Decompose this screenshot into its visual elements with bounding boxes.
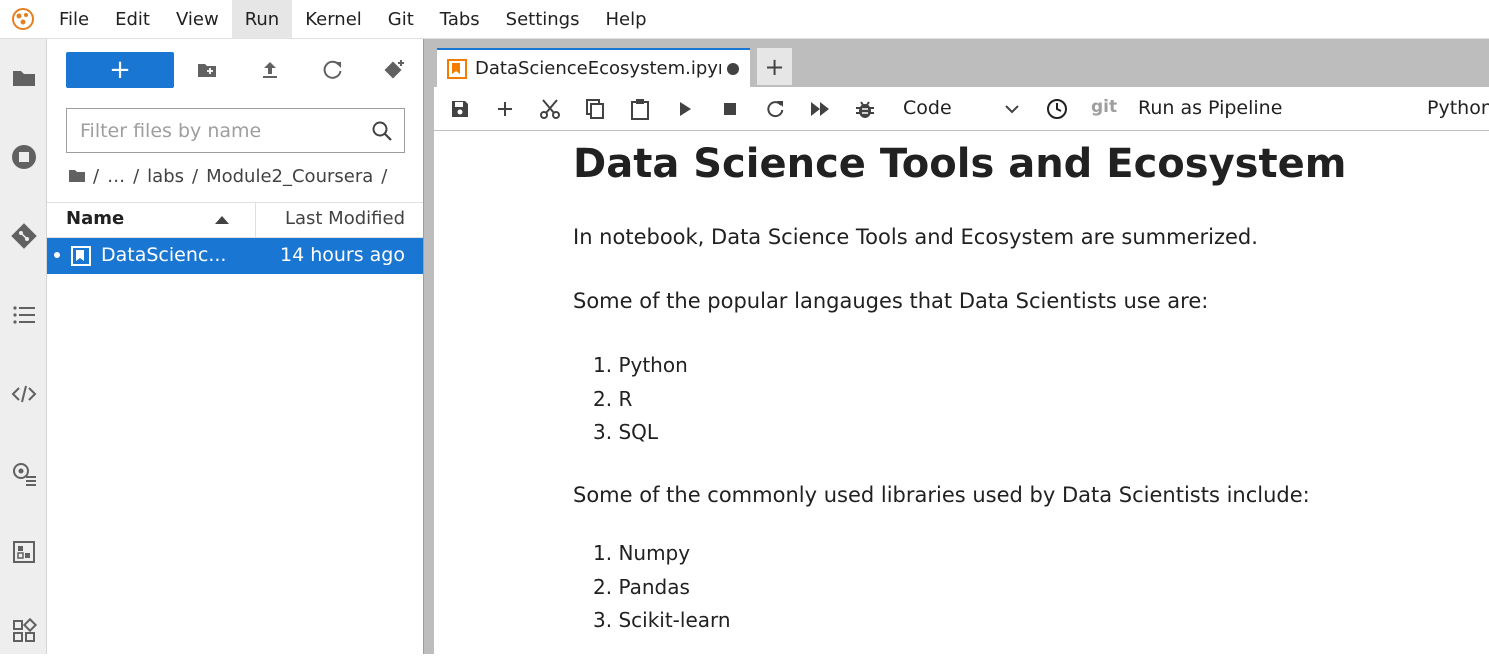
restart-run-all-icon[interactable]	[808, 97, 832, 121]
filter-files-input[interactable]	[67, 109, 357, 152]
notebook-content[interactable]: Data Science Tools and Ecosystem In note…	[434, 131, 1489, 654]
column-header-name[interactable]: Name	[66, 208, 124, 229]
new-folder-icon[interactable]	[194, 57, 220, 83]
file-browser-panel: + / … / labs / Module2_Coursera / Name L…	[47, 39, 423, 654]
document-tab-bar: DataScienceEcosystem.ipynb +	[434, 39, 1489, 87]
refresh-icon[interactable]	[320, 57, 346, 83]
file-list-item[interactable]: DataScienc... 14 hours ago	[47, 238, 423, 274]
list-item: 2. Pandas	[593, 574, 690, 599]
list-item: 2. R	[593, 386, 633, 411]
menu-kernel[interactable]: Kernel	[292, 0, 375, 38]
elyra-pipeline-icon[interactable]	[0, 513, 47, 591]
breadcrumb-module2[interactable]: Module2_Coursera	[206, 166, 373, 187]
notebook-title: Data Science Tools and Ecosystem	[573, 141, 1347, 187]
kernel-name[interactable]: Python 3	[1427, 97, 1489, 119]
notebook-toolbar: Code git Run as Pipeline Python 3	[434, 87, 1489, 131]
menu-settings[interactable]: Settings	[493, 0, 593, 38]
breadcrumb-labs[interactable]: labs	[147, 166, 184, 187]
property-inspector-icon[interactable]	[0, 434, 47, 512]
menu-help[interactable]: Help	[592, 0, 659, 38]
running-icon[interactable]	[0, 118, 47, 196]
tab-notebook[interactable]: DataScienceEcosystem.ipynb	[437, 48, 750, 87]
git-diff-button[interactable]: git	[1091, 97, 1117, 117]
breadcrumb-separator: /	[192, 165, 199, 187]
file-list-header: Name Last Modified	[47, 202, 423, 239]
search-icon	[372, 121, 392, 141]
jupyter-logo-icon	[0, 0, 46, 38]
file-browser-toolbar: +	[47, 39, 423, 101]
menu-edit[interactable]: Edit	[102, 0, 163, 38]
list-item: 1. Python	[593, 353, 688, 377]
column-divider[interactable]	[255, 203, 256, 239]
breadcrumb: / … / labs / Module2_Coursera /	[69, 163, 395, 189]
notebook-file-icon	[71, 246, 91, 266]
column-header-last-modified[interactable]: Last Modified	[285, 208, 405, 229]
list-item: 3. SQL	[593, 420, 659, 444]
file-last-modified: 14 hours ago	[279, 244, 405, 266]
filter-files-field[interactable]	[66, 108, 405, 153]
menu-run[interactable]: Run	[231, 0, 293, 38]
sort-ascending-icon[interactable]	[215, 216, 229, 224]
save-icon[interactable]	[448, 97, 472, 121]
cell-type-select[interactable]: Code	[903, 97, 952, 119]
toc-icon[interactable]	[0, 276, 47, 354]
libraries-list: 1. Numpy 2. Pandas 3. Scikit-learn	[593, 541, 731, 642]
menubar: File Edit View Run Kernel Git Tabs Setti…	[0, 0, 1489, 39]
languages-heading: Some of the popular langauges that Data …	[573, 289, 1209, 313]
run-icon[interactable]	[673, 97, 697, 121]
menu-file[interactable]: File	[46, 0, 102, 38]
list-item: 1. Numpy	[593, 541, 691, 565]
breadcrumb-ellipsis[interactable]: …	[107, 166, 125, 187]
clock-icon[interactable]	[1045, 97, 1069, 121]
chevron-down-icon[interactable]	[1004, 101, 1020, 117]
running-indicator-icon	[54, 252, 60, 258]
copy-icon[interactable]	[583, 97, 607, 121]
notebook-tab-icon	[447, 58, 467, 79]
code-snippets-icon[interactable]	[0, 355, 47, 433]
panel-splitter[interactable]	[423, 39, 434, 654]
cut-icon[interactable]	[538, 97, 562, 121]
run-as-pipeline-button[interactable]: Run as Pipeline	[1138, 97, 1282, 119]
stop-icon[interactable]	[718, 97, 742, 121]
libraries-heading: Some of the commonly used libraries used…	[573, 483, 1310, 507]
new-launcher-button[interactable]: +	[66, 52, 174, 88]
restart-kernel-icon[interactable]	[763, 97, 787, 121]
breadcrumb-separator: /	[93, 165, 100, 187]
menu-view[interactable]: View	[163, 0, 232, 38]
unsaved-changes-icon[interactable]	[727, 62, 739, 75]
tab-label: DataScienceEcosystem.ipynb	[475, 58, 721, 79]
upload-icon[interactable]	[257, 57, 283, 83]
paste-icon[interactable]	[628, 97, 652, 121]
file-name: DataScienc...	[101, 244, 227, 266]
intro-paragraph: In notebook, Data Science Tools and Ecos…	[573, 225, 1258, 249]
folder-icon[interactable]	[0, 39, 47, 117]
git-icon[interactable]	[0, 197, 47, 275]
extensions-icon[interactable]	[0, 592, 47, 670]
languages-list: 1. Python 2. R 3. SQL	[593, 353, 688, 454]
breadcrumb-separator: /	[133, 165, 140, 187]
list-item: 3. Scikit-learn	[593, 608, 731, 632]
breadcrumb-separator: /	[381, 165, 388, 187]
menu-tabs[interactable]: Tabs	[427, 0, 493, 38]
debugger-icon[interactable]	[853, 97, 877, 121]
add-tab-button[interactable]: +	[757, 48, 792, 85]
breadcrumb-home-folder-icon[interactable]	[69, 166, 85, 187]
menu-git[interactable]: Git	[375, 0, 427, 38]
git-clone-icon[interactable]	[382, 57, 408, 83]
insert-cell-icon[interactable]	[493, 97, 517, 121]
activity-bar	[0, 39, 47, 654]
